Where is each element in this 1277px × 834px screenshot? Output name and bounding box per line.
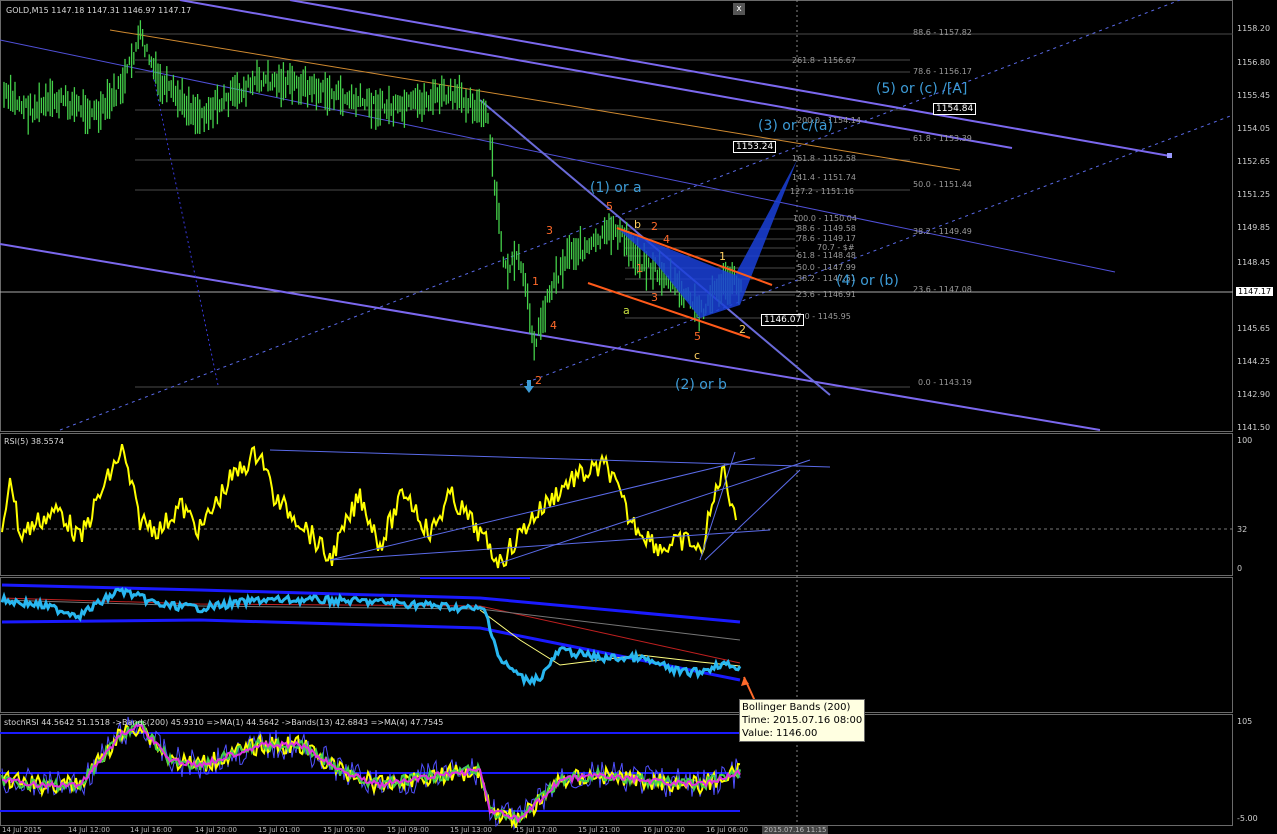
- time-tick: 14 Jul 2015: [2, 826, 42, 834]
- fib-label: 100.0 - 1150.04: [793, 214, 857, 223]
- time-axis: 14 Jul 2015 14 Jul 12:00 14 Jul 16:00 14…: [0, 826, 1277, 834]
- rsi-title: RSI(5) 38.5574: [4, 437, 64, 446]
- fib-label: 61.8 - 1148.48: [797, 251, 856, 260]
- wave-count: c: [694, 349, 701, 362]
- wave-count: 1: [719, 250, 726, 263]
- fib-label: 161.8 - 1152.58: [792, 154, 856, 163]
- tooltip-line: Bollinger Bands (200): [742, 702, 851, 713]
- bollinger-lines: [1, 577, 741, 682]
- fib-label: 88.6 - 1149.58: [797, 224, 856, 233]
- fib-label: 23.6 - 1146.91: [797, 290, 856, 299]
- fib-label: 0.0 - 1145.95: [797, 312, 851, 321]
- main-chart-title: GOLD,M15 1147.18 1147.31 1146.97 1147.17: [6, 6, 192, 15]
- wave-count: 4: [663, 233, 670, 246]
- stochrsi-title: stochRSI 44.5642 51.1518 ->Bands(200) 45…: [4, 718, 444, 727]
- fib-label: 50.0 - 1151.44: [913, 180, 972, 189]
- time-tick: 15 Jul 13:00: [450, 826, 492, 834]
- time-tick: 15 Jul 21:00: [578, 826, 620, 834]
- channel-line: [0, 243, 1101, 431]
- wave-count: 1: [636, 262, 643, 275]
- time-tick: 14 Jul 16:00: [130, 826, 172, 834]
- fib-label: 141.4 - 1151.74: [792, 173, 856, 182]
- time-tick: 16 Jul 02:00: [643, 826, 685, 834]
- fib-label: 78.6 - 1156.17: [913, 67, 972, 76]
- time-tick: 14 Jul 20:00: [195, 826, 237, 834]
- fib-label: 0.0 - 1143.19: [918, 378, 972, 387]
- wave-count: 2: [535, 374, 542, 387]
- time-tick: 14 Jul 12:00: [68, 826, 110, 834]
- channel-handle: [1167, 153, 1172, 158]
- wave-count: 3: [651, 291, 658, 304]
- dotted-channel: [59, 0, 1181, 431]
- tooltip-line: Time: 2015.07.16 08:00: [742, 715, 863, 726]
- wave-label: (5) or (c) /[A]: [876, 81, 968, 97]
- bollinger-tooltip: Bollinger Bands (200) Time: 2015.07.16 0…: [739, 699, 865, 742]
- chart-drawing-layer: [0, 0, 1234, 831]
- fib-label: 127.2 - 1151.16: [790, 187, 854, 196]
- wave-count: 2: [651, 220, 658, 233]
- wave-label: (1) or a: [590, 180, 642, 196]
- fib-label: 61.8 - 1153.39: [913, 134, 972, 143]
- bollinger-lower-band: [1, 618, 741, 682]
- fib-label: 38.2 - 1149.49: [913, 227, 972, 236]
- close-button[interactable]: x: [733, 3, 745, 15]
- up-arrow-icon: [524, 380, 534, 393]
- wave-count: b: [634, 218, 641, 231]
- time-tick: 16 Jul 06:00: [706, 826, 748, 834]
- wave-label: (4) or (b): [836, 273, 899, 289]
- time-tick: 15 Jul 05:00: [323, 826, 365, 834]
- time-tick: 15 Jul 09:00: [387, 826, 429, 834]
- stochrsi-lines: [0, 716, 741, 831]
- fib-label: 88.6 - 1157.82: [913, 28, 972, 37]
- price-box: 1154.84: [933, 103, 977, 115]
- fib-label: 261.8 - 1156.67: [792, 56, 856, 65]
- wave-count: 1: [532, 275, 539, 288]
- wave-count: 5: [606, 200, 613, 213]
- wave-label: (2) or b: [675, 377, 727, 393]
- price-box: 1153.24: [733, 141, 777, 153]
- time-tick: 15 Jul 17:00: [515, 826, 557, 834]
- fibonacci-lines: [135, 33, 1233, 388]
- rsi-line: [1, 443, 737, 569]
- wave-count: 4: [550, 319, 557, 332]
- wave-label: (3) or c/(a): [758, 118, 833, 134]
- tooltip-line: Value: 1146.00: [742, 728, 818, 739]
- wave-count: 5: [694, 330, 701, 343]
- price-box: 1146.07: [761, 314, 805, 326]
- fib-label: 23.6 - 1147.08: [913, 285, 972, 294]
- wave-count: 2: [739, 323, 746, 336]
- time-tick: 2015.07.16 11:15: [762, 826, 829, 834]
- wave-count: 3: [546, 224, 553, 237]
- fib-label: 78.6 - 1149.17: [797, 234, 856, 243]
- channel-lines: [0, 0, 1234, 431]
- time-tick: 15 Jul 01:00: [258, 826, 300, 834]
- wave-count: a: [623, 304, 630, 317]
- rsi-trendline: [269, 449, 831, 468]
- fib-label: 50.0 - 1147.99: [797, 263, 856, 272]
